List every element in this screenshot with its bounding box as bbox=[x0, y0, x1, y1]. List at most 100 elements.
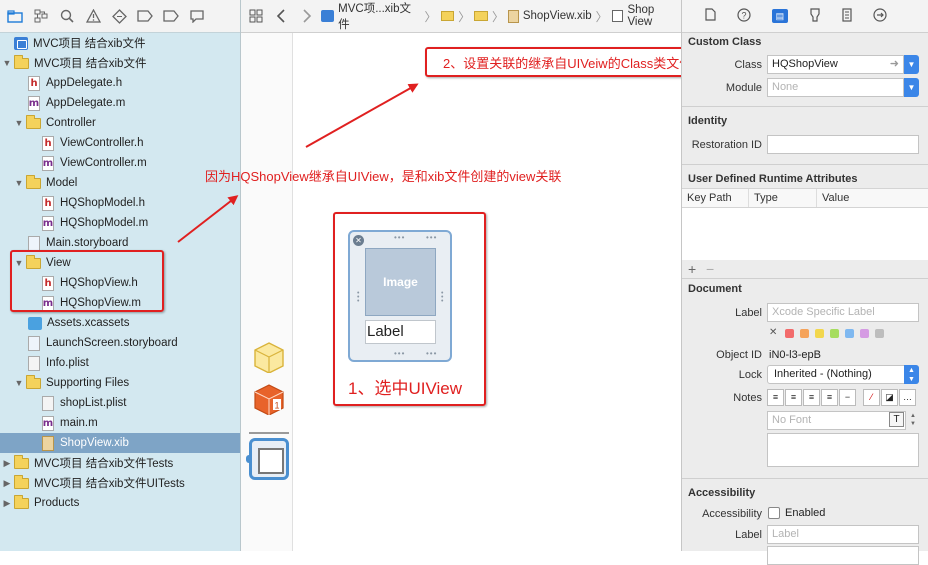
shop-view-outline-item[interactable] bbox=[249, 438, 289, 480]
back-chevron-icon[interactable] bbox=[270, 5, 291, 27]
navigator-file-row[interactable]: Info.plist bbox=[0, 353, 240, 373]
label-color-swatch[interactable] bbox=[845, 329, 854, 338]
navigator-file-row[interactable]: MVC项目 结合xib文件 bbox=[0, 33, 240, 53]
navigator-file-row[interactable]: h AppDelegate.h bbox=[0, 73, 240, 93]
file-inspector-icon[interactable] bbox=[704, 8, 716, 24]
column-key-path[interactable]: Key Path bbox=[687, 192, 732, 204]
navigator-item-label: AppDelegate.m bbox=[46, 97, 126, 109]
forward-chevron-icon[interactable] bbox=[296, 5, 317, 27]
navigator-file-row[interactable]: LaunchScreen.storyboard bbox=[0, 333, 240, 353]
class-dropdown-button[interactable]: ▼ bbox=[904, 55, 919, 74]
navigator-item-label: HQShopModel.m bbox=[60, 217, 149, 229]
debug-icon[interactable] bbox=[134, 5, 156, 27]
plist-file-icon bbox=[42, 395, 54, 411]
navigator-folder-row[interactable]: ▼ Controller bbox=[0, 113, 240, 133]
disclosure-triangle-icon[interactable]: ▶ bbox=[2, 458, 12, 469]
accessibility-label: Accessibility bbox=[702, 508, 762, 520]
font-stepper[interactable]: ▲ ▼ bbox=[910, 412, 919, 429]
breadcrumb-separator: 〉 bbox=[492, 9, 505, 24]
navigator-file-row[interactable]: Assets.xcassets bbox=[0, 313, 240, 333]
size-inspector-icon[interactable] bbox=[842, 7, 852, 25]
navigator-folder-row[interactable]: ▶ Products bbox=[0, 493, 240, 513]
navigator-file-row[interactable]: m HQShopModel.m bbox=[0, 213, 240, 233]
add-attribute-button[interactable]: + bbox=[688, 261, 696, 277]
align-left-icon[interactable]: ≡ bbox=[767, 389, 784, 406]
navigator-folder-row[interactable]: ▼ MVC项目 结合xib文件 bbox=[0, 53, 240, 73]
report-icon[interactable] bbox=[186, 5, 208, 27]
navigator-item-label: LaunchScreen.storyboard bbox=[46, 337, 178, 349]
disclosure-triangle-icon[interactable]: ▼ bbox=[14, 118, 24, 128]
quick-help-icon[interactable]: ? bbox=[737, 7, 751, 25]
document-label-field[interactable]: Xcode Specific Label bbox=[767, 303, 919, 322]
related-items-icon[interactable] bbox=[245, 5, 266, 27]
module-field[interactable]: None bbox=[767, 78, 904, 97]
navigator-file-row[interactable]: h HQShopModel.h bbox=[0, 193, 240, 213]
remove-attribute-button[interactable]: − bbox=[706, 261, 714, 277]
label-color-swatch[interactable] bbox=[785, 329, 794, 338]
attributes-inspector-icon[interactable] bbox=[809, 7, 821, 25]
module-dropdown-button[interactable]: ▼ bbox=[904, 78, 919, 97]
disclosure-triangle-icon[interactable]: ▶ bbox=[2, 478, 12, 489]
navigator-folder-row[interactable]: ▶ MVC项目 结合xib文件UITests bbox=[0, 473, 240, 493]
column-value[interactable]: Value bbox=[822, 192, 849, 204]
annotation-select-uiview: 1、选中UIView bbox=[348, 379, 462, 398]
navigator-file-row[interactable]: ShopView.xib bbox=[0, 433, 240, 453]
text-color-icon[interactable]: ⁄ bbox=[863, 389, 880, 406]
navigator-file-row[interactable]: shopList.plist bbox=[0, 393, 240, 413]
align-justify-icon[interactable]: ≡ bbox=[821, 389, 838, 406]
navigator-file-row[interactable]: m AppDelegate.m bbox=[0, 93, 240, 113]
label-color-swatch[interactable] bbox=[860, 329, 869, 338]
accessibility-hint-field[interactable] bbox=[767, 546, 919, 565]
align-center-icon[interactable]: ≡ bbox=[785, 389, 802, 406]
no-color-icon[interactable]: ✕ bbox=[769, 327, 777, 338]
folder-navigator-icon[interactable] bbox=[4, 5, 26, 27]
first-responder-cube-icon[interactable]: 1 bbox=[252, 383, 284, 415]
lock-popup[interactable]: Inherited - (Nothing) ▲ ▼ bbox=[767, 365, 919, 384]
test-diamond-icon[interactable] bbox=[108, 5, 130, 27]
disclosure-triangle-icon[interactable]: ▶ bbox=[2, 498, 12, 509]
folder-icon bbox=[14, 494, 29, 509]
notes-text-area[interactable] bbox=[767, 433, 919, 467]
align-natural-icon[interactable]: − bbox=[839, 389, 856, 406]
annotation-box-view-folder bbox=[10, 250, 164, 312]
navigator-folder-row[interactable]: ▶ MVC项目 结合xib文件Tests bbox=[0, 453, 240, 473]
align-right-icon[interactable]: ≡ bbox=[803, 389, 820, 406]
folder-icon[interactable] bbox=[474, 11, 489, 21]
background-color-icon[interactable]: ◪ bbox=[881, 389, 898, 406]
label-color-swatch[interactable] bbox=[800, 329, 809, 338]
files-owner-cube-icon[interactable] bbox=[252, 341, 284, 373]
navigator-folder-row[interactable]: ▼ Supporting Files bbox=[0, 373, 240, 393]
breakpoint-icon[interactable] bbox=[160, 5, 182, 27]
font-field[interactable]: No Font bbox=[767, 411, 906, 430]
label-color-swatch[interactable] bbox=[830, 329, 839, 338]
divider bbox=[682, 478, 928, 479]
breadcrumb-view[interactable]: Shop View bbox=[627, 4, 681, 28]
accessibility-enabled-checkbox[interactable] bbox=[768, 507, 780, 519]
folder-icon[interactable] bbox=[440, 11, 455, 21]
more-options-icon[interactable]: … bbox=[899, 389, 916, 406]
go-to-class-arrow-icon[interactable]: ➜ bbox=[890, 56, 899, 73]
column-type[interactable]: Type bbox=[754, 192, 778, 204]
symbol-navigator-icon[interactable] bbox=[30, 5, 52, 27]
label-color-swatch[interactable] bbox=[815, 329, 824, 338]
breadcrumb-file[interactable]: ShopView.xib bbox=[523, 10, 592, 22]
navigator-file-row[interactable]: m main.m bbox=[0, 413, 240, 433]
disclosure-triangle-icon[interactable]: ▼ bbox=[14, 178, 24, 188]
breadcrumb-project[interactable]: MVC项...xib文件 bbox=[338, 0, 420, 32]
navigator-folder-row[interactable]: ▼ Model bbox=[0, 173, 240, 193]
label-color-swatch[interactable] bbox=[875, 329, 884, 338]
connections-inspector-icon[interactable] bbox=[873, 7, 887, 25]
warning-icon[interactable] bbox=[82, 5, 104, 27]
search-icon[interactable] bbox=[56, 5, 78, 27]
accessibility-label-field[interactable]: Label bbox=[767, 525, 919, 544]
font-picker-icon[interactable]: T bbox=[889, 412, 904, 427]
disclosure-triangle-icon[interactable]: ▼ bbox=[14, 378, 24, 388]
navigator-item-label: AppDelegate.h bbox=[46, 77, 123, 89]
disclosure-triangle-icon[interactable]: ▼ bbox=[2, 58, 12, 68]
navigator-file-row[interactable]: h ViewController.h bbox=[0, 133, 240, 153]
class-field[interactable]: HQShopView ➜ bbox=[767, 55, 904, 74]
navigator-file-row[interactable]: m ViewController.m bbox=[0, 153, 240, 173]
restoration-id-field[interactable] bbox=[767, 135, 919, 154]
identity-inspector-icon[interactable]: ▤ bbox=[771, 9, 788, 23]
runtime-attributes-table[interactable] bbox=[682, 208, 928, 260]
